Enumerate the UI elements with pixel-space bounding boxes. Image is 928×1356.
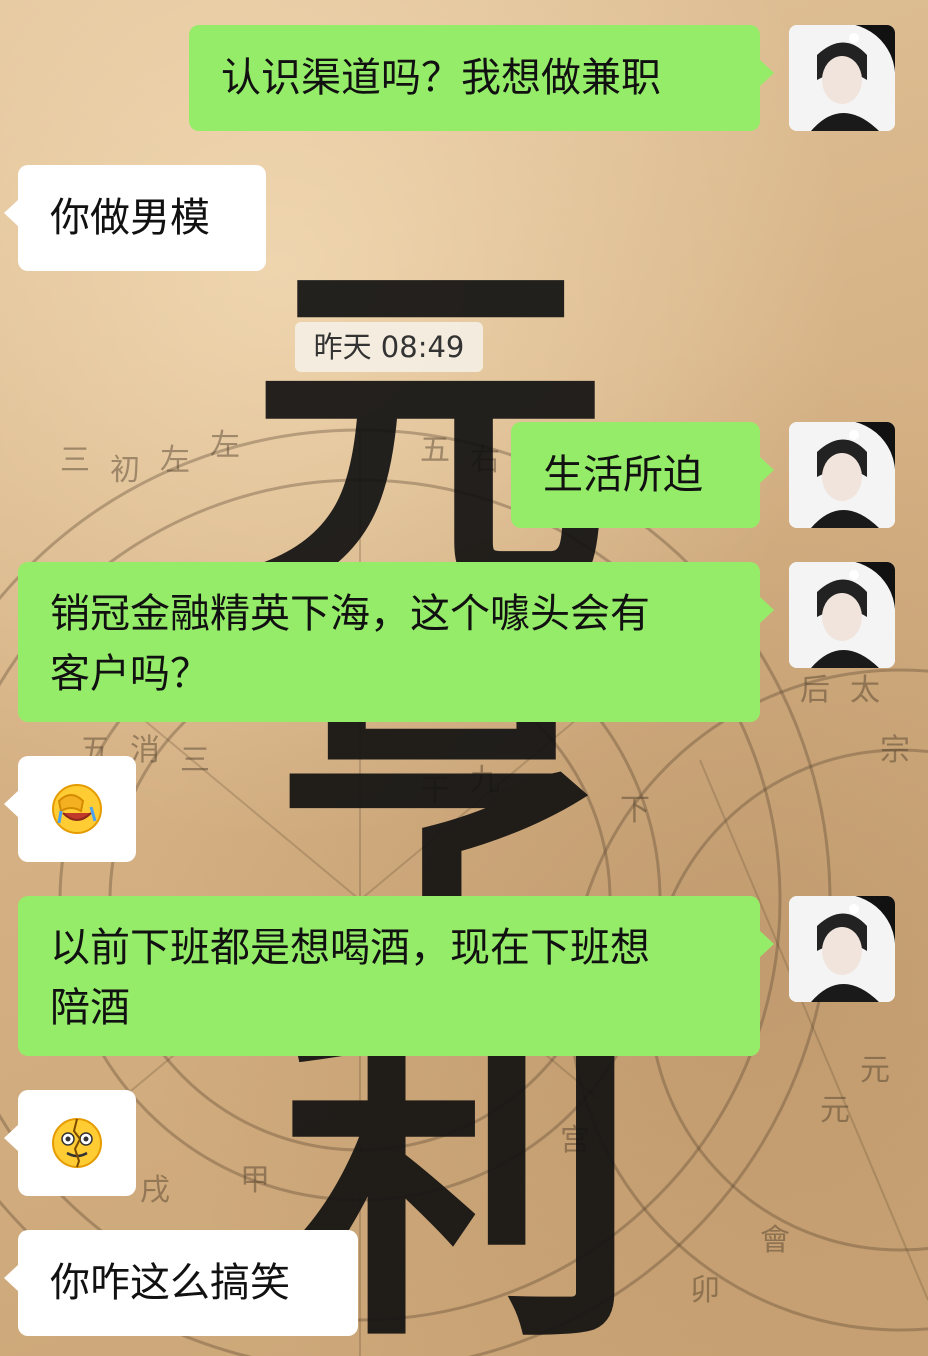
facepalm-crying-emoji <box>52 784 102 834</box>
outgoing-message-bubble[interactable]: 生活所迫 <box>511 422 774 528</box>
bubble-tail <box>4 1124 19 1152</box>
svg-text:三: 三 <box>60 443 90 478</box>
message-text-line-1: 以前下班都是想喝酒，现在下班想 <box>50 925 650 971</box>
incoming-message-bubble[interactable]: 你咋这么搞笑 <box>4 1230 358 1336</box>
cracked-smile-emoji <box>52 1118 102 1168</box>
svg-text:三: 三 <box>180 743 210 778</box>
avatar-image <box>789 562 895 668</box>
svg-text:會: 會 <box>760 1223 790 1258</box>
svg-text:左: 左 <box>160 443 190 478</box>
svg-text:宗: 宗 <box>880 733 910 768</box>
svg-text:左: 左 <box>210 428 240 463</box>
svg-text:初: 初 <box>110 453 140 488</box>
message-text-line-1: 销冠金融精英下海，这个噱头会有 <box>50 591 650 637</box>
incoming-message-bubble[interactable] <box>4 756 136 862</box>
message-text-line-2: 陪酒 <box>50 985 130 1031</box>
message-text: 你咋这么搞笑 <box>50 1260 290 1306</box>
svg-text:卯: 卯 <box>690 1273 720 1308</box>
sender-avatar[interactable] <box>789 422 895 528</box>
outgoing-message-bubble[interactable]: 销冠金融精英下海，这个噱头会有 客户吗？ <box>18 562 774 722</box>
outgoing-message-bubble[interactable]: 认识渠道吗？我想做兼职 <box>189 25 774 131</box>
sender-avatar[interactable] <box>789 25 895 131</box>
bubble-tail <box>4 790 19 818</box>
svg-text:元: 元 <box>860 1053 890 1088</box>
bubble-tail <box>4 1264 19 1292</box>
sender-avatar[interactable] <box>789 896 895 1002</box>
bubble-tail <box>759 59 774 87</box>
bubble-tail <box>4 199 19 227</box>
svg-text:下: 下 <box>620 793 650 828</box>
outgoing-message-bubble[interactable]: 以前下班都是想喝酒，现在下班想 陪酒 <box>18 896 774 1056</box>
message-text-line-2: 客户吗？ <box>50 651 210 697</box>
svg-text:戌: 戌 <box>140 1173 170 1208</box>
svg-text:甲: 甲 <box>240 1163 270 1198</box>
message-text: 生活所迫 <box>543 452 703 498</box>
svg-text:太: 太 <box>850 673 880 708</box>
incoming-message-bubble[interactable] <box>4 1090 136 1196</box>
avatar-image <box>789 422 895 528</box>
incoming-message-bubble[interactable]: 你做男模 <box>4 165 266 271</box>
avatar-image <box>789 896 895 1002</box>
bubble-tail <box>759 456 774 484</box>
bubble-tail <box>759 596 774 624</box>
svg-text:后: 后 <box>800 673 830 708</box>
avatar-image <box>789 25 895 131</box>
message-text: 认识渠道吗？我想做兼职 <box>221 55 661 101</box>
time-divider: 昨天 08:49 <box>295 322 483 372</box>
message-text: 你做男模 <box>50 195 210 241</box>
bubble-tail <box>759 930 774 958</box>
svg-text:元: 元 <box>820 1093 850 1128</box>
sender-avatar[interactable] <box>789 562 895 668</box>
